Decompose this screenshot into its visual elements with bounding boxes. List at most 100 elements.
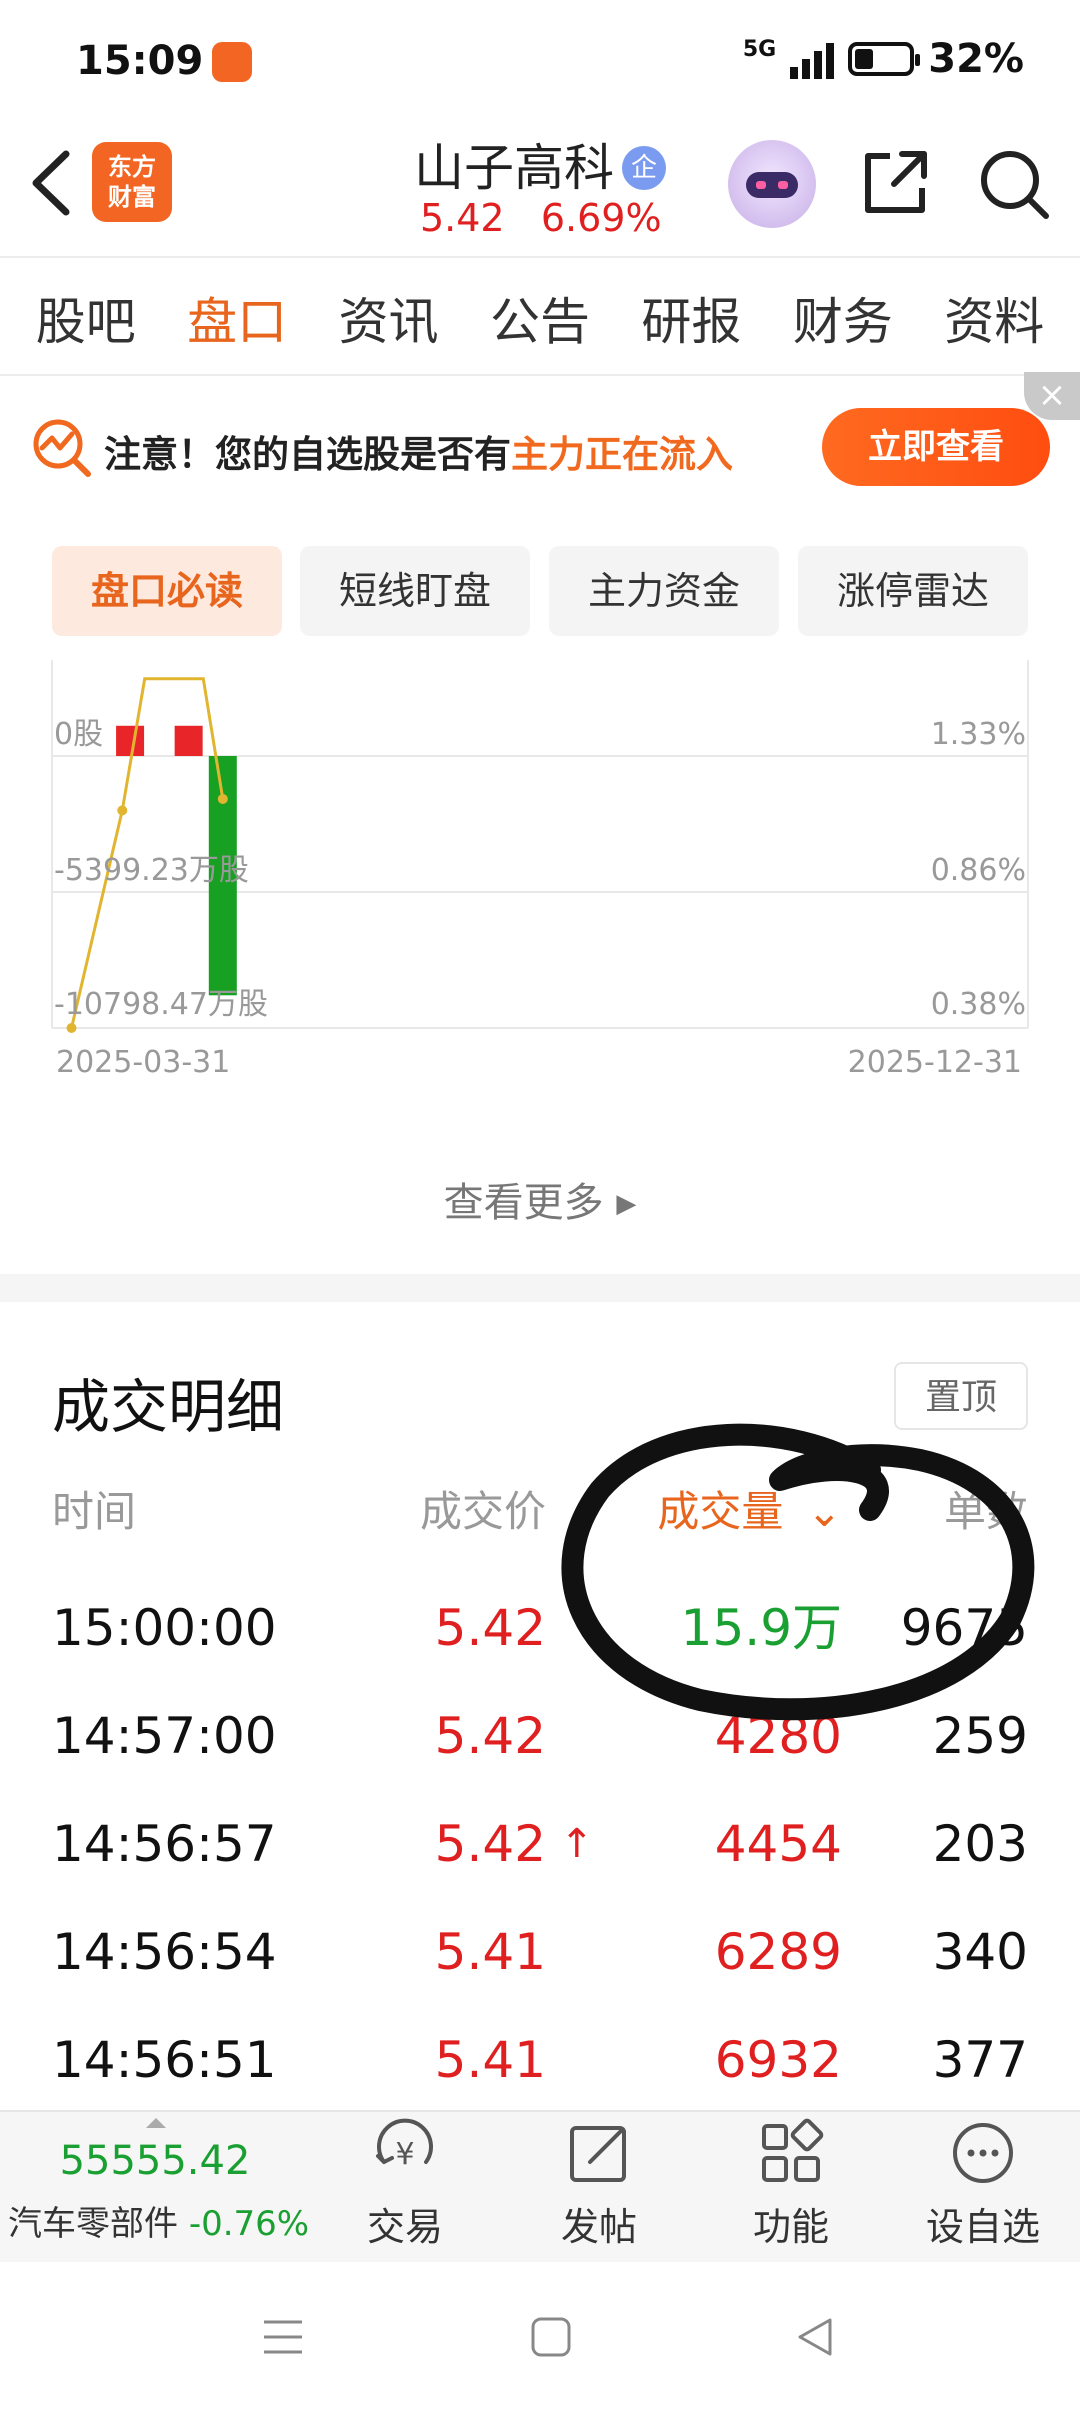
status-time: 15:09: [76, 38, 204, 84]
post-button[interactable]: 发帖: [524, 2118, 674, 2258]
y-label-right-1: 0.86%: [931, 853, 1026, 888]
col-time: 时间: [52, 1487, 137, 1536]
ai-assistant-button[interactable]: [728, 140, 816, 228]
view-more-link[interactable]: 查看更多 ▶: [0, 1170, 1080, 1228]
stock-change: 6.69%: [540, 196, 662, 240]
row-price: 5.42: [434, 1707, 546, 1765]
row-time: 14:56:54: [52, 1923, 277, 1981]
view-more-label: 查看更多: [443, 1180, 604, 1226]
close-icon[interactable]: ×: [1024, 372, 1080, 420]
add-watchlist-label: 设自选: [925, 2205, 1040, 2249]
home-icon[interactable]: [526, 2312, 576, 2362]
trade-button[interactable]: ¥ 交易: [330, 2118, 480, 2258]
row-count: 377: [932, 2031, 1028, 2089]
trade-details-title: 成交明细: [52, 1373, 285, 1441]
row-time: 14:57:00: [52, 1707, 277, 1765]
col-price: 成交价: [419, 1487, 546, 1536]
y-label-right-2: 0.38%: [931, 987, 1026, 1022]
search-button[interactable]: [976, 146, 1052, 222]
x-label-end: 2025-12-31: [848, 1045, 1022, 1080]
subtab-must-read[interactable]: 盘口必读: [52, 546, 282, 636]
system-nav-bar: [0, 2262, 1080, 2412]
yuan-icon: ¥: [376, 2118, 433, 2172]
menu-icon[interactable]: [258, 2312, 308, 2362]
x-label-start: 2025-03-31: [56, 1045, 230, 1080]
line-point: [217, 793, 228, 804]
tab-pankou[interactable]: 盘口: [181, 282, 293, 382]
battery-icon: [848, 42, 921, 76]
signal-icon: [790, 39, 835, 79]
row-price: 5.41: [434, 1923, 546, 1981]
row-volume: 4454: [714, 1815, 842, 1873]
y-label-right-0: 1.33%: [931, 717, 1026, 752]
network-label: 5G: [742, 36, 777, 62]
battery-percent: 32%: [928, 36, 1024, 82]
stock-name: 山子高科: [414, 139, 614, 197]
tab-guba[interactable]: 股吧: [30, 282, 142, 354]
line-point: [117, 805, 128, 816]
row-price: 5.42: [434, 1599, 546, 1657]
volume-chart: 0股 -5399.23万股 -10798.47万股 1.33% 0.86% 0.…: [0, 660, 1080, 1080]
subtab-short-term[interactable]: 短线盯盘: [300, 546, 530, 636]
y-label-left-1: -5399.23万股: [54, 853, 249, 888]
search-icon: [981, 151, 1049, 219]
y-label-left-2: -10798.47万股: [54, 987, 268, 1022]
row-price: 5.42: [434, 1815, 546, 1873]
table-row: 14:56:57 5.42 ↑ 4454 203: [0, 1790, 1080, 1898]
row-count: 340: [932, 1923, 1028, 1981]
bar-positive: [174, 725, 203, 756]
main-tabs: 股吧 盘口 资讯 公告 研报 财务 资料: [0, 258, 1080, 382]
stock-price: 5.42: [420, 196, 505, 240]
chart-search-icon: [33, 419, 91, 477]
row-time: 15:00:00: [52, 1599, 277, 1657]
index-name: 汽车零部件: [8, 2204, 178, 2244]
table-row: 14:56:51 5.41 6932 377: [0, 2006, 1080, 2114]
edit-icon: [570, 2126, 626, 2182]
index-value[interactable]: 55555.42: [0, 2138, 310, 2184]
subtab-limit-radar[interactable]: 涨停雷达: [798, 546, 1028, 636]
stock-quote: 5.42 6.69%: [420, 196, 662, 240]
notification-app-icon: [212, 42, 252, 82]
arrow-up-icon: ↑: [560, 1821, 594, 1867]
row-volume: 6932: [714, 2031, 842, 2089]
add-watchlist-button[interactable]: 设自选: [908, 2118, 1058, 2258]
row-price: 5.41: [434, 2031, 546, 2089]
section-separator: [0, 1274, 1080, 1302]
notice-prefix: 注意！您的自选股是否有: [104, 433, 511, 476]
tab-announcements[interactable]: 公告: [484, 282, 596, 354]
notice-highlight: 主力正在流入: [511, 433, 733, 476]
notice-icon: [30, 416, 92, 478]
subtab-main-funds[interactable]: 主力资金: [549, 546, 779, 636]
index-info[interactable]: 汽车零部件 -0.76%: [8, 2196, 309, 2245]
row-time: 14:56:57: [52, 1815, 277, 1873]
row-time: 14:56:51: [52, 2031, 277, 2089]
row-volume: 6289: [714, 1923, 842, 1981]
notice-text: 注意！您的自选股是否有主力正在流入: [104, 424, 733, 478]
robot-icon: [746, 172, 798, 198]
functions-button[interactable]: 功能: [716, 2118, 866, 2258]
tab-research[interactable]: 研报: [635, 282, 747, 354]
line-point: [66, 1023, 77, 1033]
functions-label: 功能: [752, 2205, 829, 2249]
caret-right-icon: ▶: [616, 1189, 637, 1219]
enterprise-badge: 企: [622, 145, 666, 190]
index-change: -0.76%: [188, 2204, 310, 2244]
grid-icon: [762, 2118, 824, 2182]
tab-finance[interactable]: 财务: [787, 282, 899, 354]
tab-news[interactable]: 资讯: [333, 282, 445, 354]
trade-label: 交易: [366, 2205, 443, 2249]
tab-profile[interactable]: 资料: [938, 282, 1050, 354]
view-now-button[interactable]: 立即查看: [822, 408, 1050, 486]
y-label-left-0: 0股: [54, 717, 103, 752]
caret-up-icon[interactable]: [146, 2118, 166, 2128]
post-label: 发帖: [560, 2205, 637, 2249]
back-triangle-icon[interactable]: [790, 2312, 840, 2362]
table-row: 14:56:54 5.41 6289 340: [0, 1898, 1080, 2006]
more-icon: [953, 2123, 1013, 2183]
share-button[interactable]: [860, 146, 932, 218]
svg-text:¥: ¥: [395, 2137, 414, 2172]
row-count: 203: [932, 1815, 1028, 1873]
hand-drawn-circle: [561, 1423, 1035, 1721]
share-icon: [865, 151, 927, 213]
bar-positive: [116, 725, 145, 756]
